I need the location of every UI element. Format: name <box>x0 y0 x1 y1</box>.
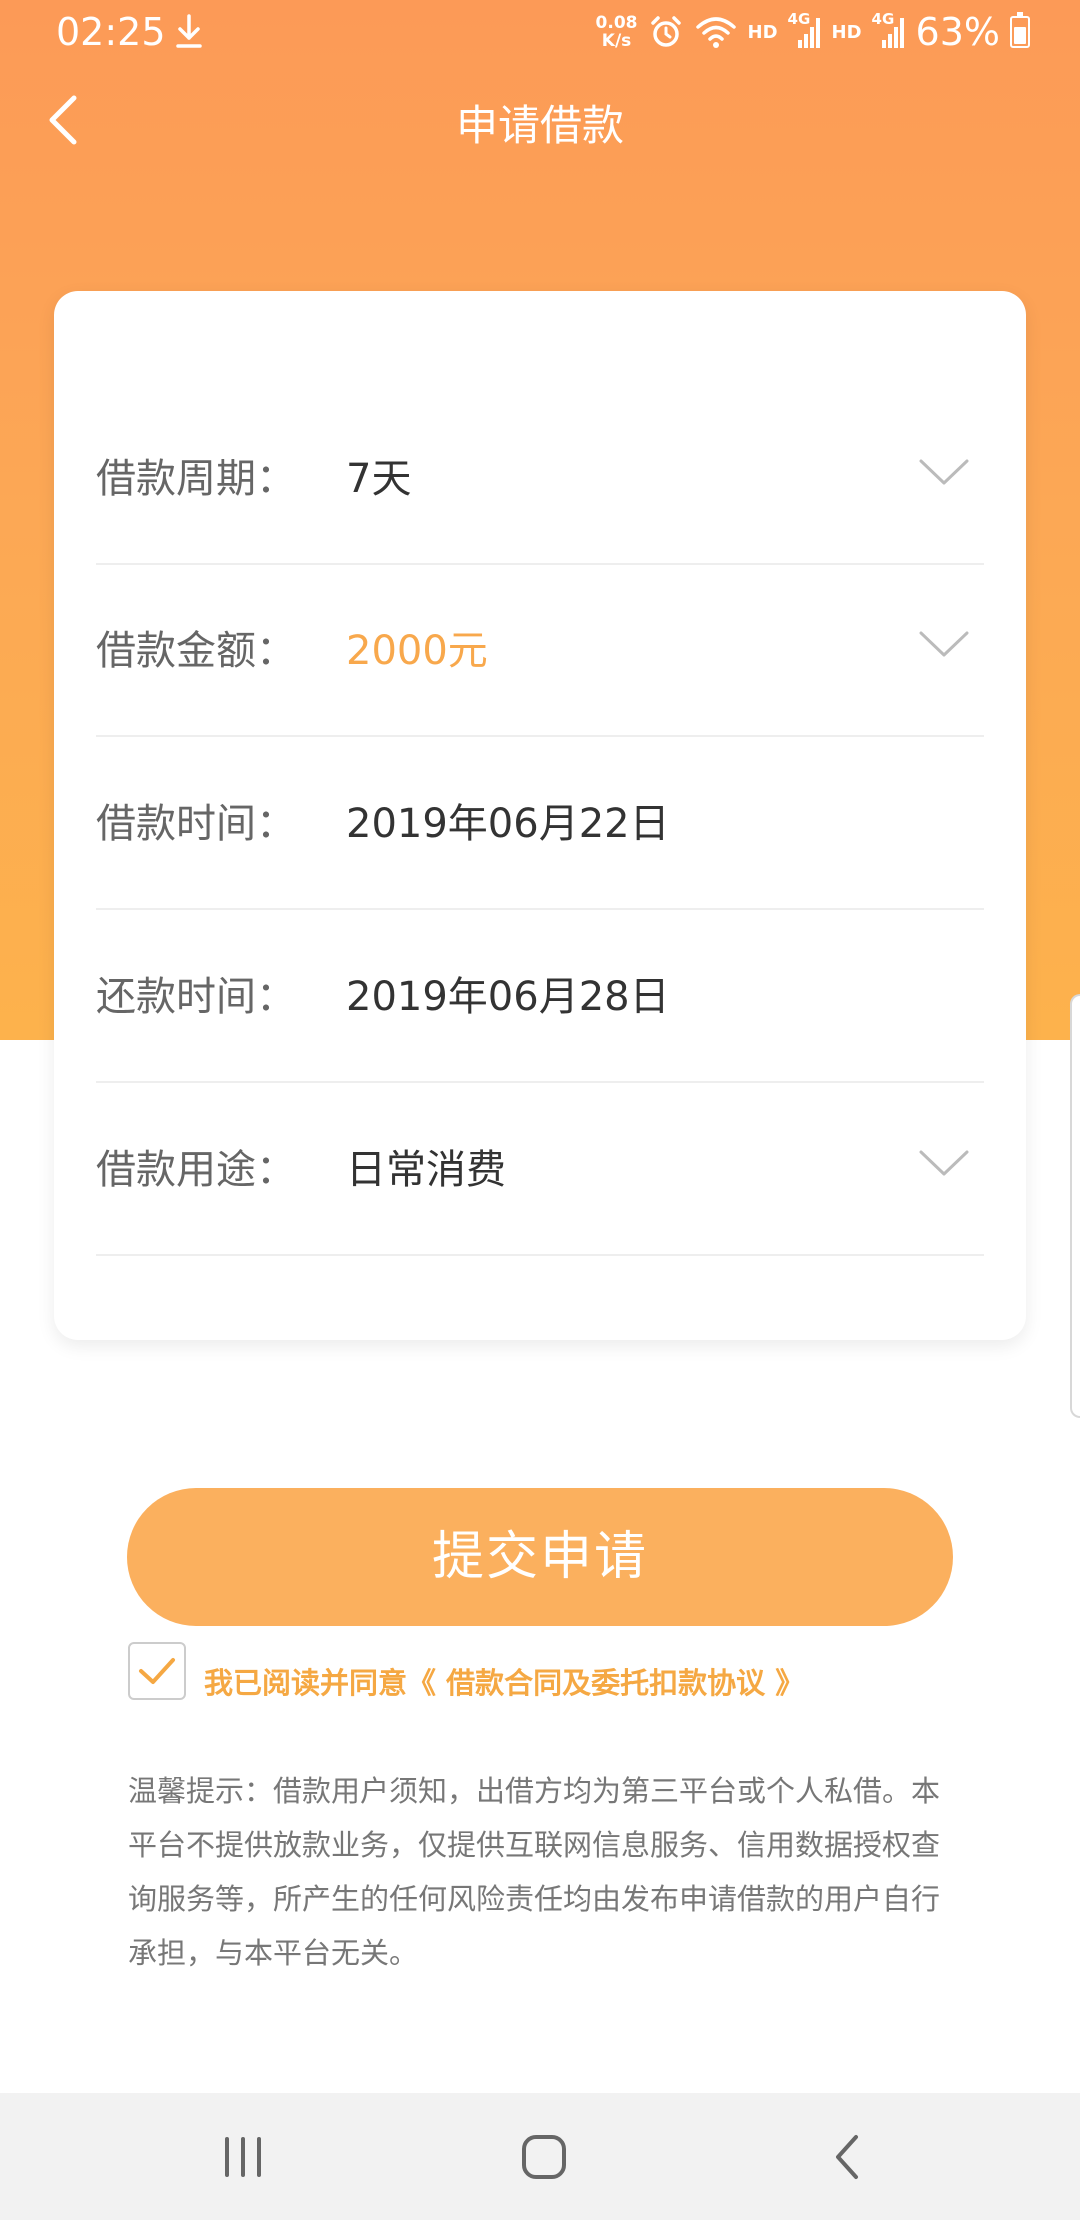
network-speed: 0.08 K/s <box>595 13 638 51</box>
form-row-loan-date: 借款时间： 2019年06月22日 <box>96 738 984 910</box>
signal-icon: 4G <box>872 10 906 50</box>
loan-amount-value[interactable]: 2000元 <box>346 565 488 737</box>
check-icon <box>139 1658 175 1684</box>
hd-label: HD <box>747 21 778 43</box>
form-row-loan-purpose[interactable]: 借款用途： 日常消费 <box>96 1084 984 1256</box>
agreement-checkbox[interactable] <box>128 1642 186 1700</box>
loan-purpose-label: 借款用途： <box>96 1147 296 1193</box>
wifi-icon <box>695 17 736 48</box>
battery-icon <box>1010 12 1030 48</box>
chevron-down-icon[interactable] <box>918 455 970 491</box>
download-icon <box>176 14 202 48</box>
loan-form-card: 借款周期： 7天 借款金额： 2000元 借款时间： 2019年06月22日 还… <box>54 291 1026 1340</box>
submit-application-button[interactable]: 提交申请 <box>127 1488 953 1626</box>
form-row-loan-amount[interactable]: 借款金额： 2000元 <box>96 565 984 737</box>
loan-amount-label: 借款金额： <box>96 628 296 674</box>
signal-icon: 4G <box>788 10 822 50</box>
repay-date-value: 2019年06月28日 <box>346 974 670 1020</box>
system-navigation-bar <box>0 2093 1080 2220</box>
loan-term-label: 借款周期： <box>96 456 296 502</box>
status-bar: 02:25 0.08 K/s HD 4G HD 4G 63% <box>0 0 1080 64</box>
chevron-down-icon[interactable] <box>918 1146 970 1182</box>
alarm-icon <box>650 16 681 47</box>
home-icon[interactable] <box>514 2129 574 2185</box>
side-panel-handle[interactable] <box>1070 994 1080 1418</box>
page-title: 申请借款 <box>455 101 624 150</box>
loan-date-value: 2019年06月22日 <box>346 801 670 847</box>
form-row-repay-date: 还款时间： 2019年06月28日 <box>96 911 984 1083</box>
agreement-link[interactable]: 我已阅读并同意《 借款合同及委托扣款协议 》 <box>204 1660 804 1702</box>
back-nav-icon[interactable] <box>818 2129 878 2185</box>
battery-percent: 63% <box>915 10 1000 54</box>
form-row-loan-term[interactable]: 借款周期： 7天 <box>96 393 984 565</box>
loan-term-value[interactable]: 7天 <box>346 393 411 565</box>
loan-date-label: 借款时间： <box>96 801 296 847</box>
chevron-down-icon[interactable] <box>918 627 970 663</box>
loan-purpose-value[interactable]: 日常消费 <box>346 1084 506 1256</box>
recent-apps-icon[interactable] <box>213 2129 273 2185</box>
status-time: 02:25 <box>56 10 166 54</box>
warm-tips: 温馨提示：借款用户须知，出借方均为第三平台或个人私借。本平台不提供放款业务，仅提… <box>128 1774 941 1970</box>
hd-label: HD <box>831 21 862 43</box>
status-indicators: 0.08 K/s HD 4G HD 4G 63% <box>596 10 1030 54</box>
repay-date-label: 还款时间： <box>96 974 296 1020</box>
